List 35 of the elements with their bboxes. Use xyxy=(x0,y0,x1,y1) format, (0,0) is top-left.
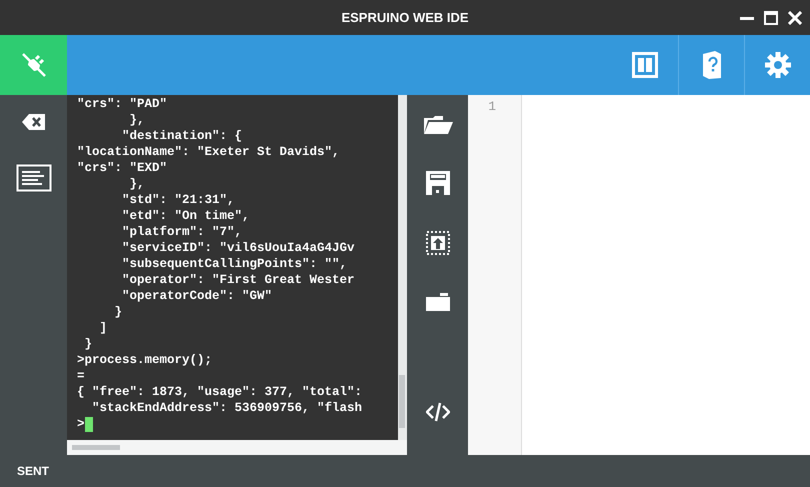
status-text: SENT xyxy=(17,464,50,478)
window-title: ESPRUINO WEB IDE xyxy=(341,10,469,25)
save-button[interactable] xyxy=(426,171,450,198)
terminal-line: }, xyxy=(128,176,145,192)
terminal-line: "subsequentCallingPoints": "", xyxy=(121,256,348,272)
terminal-line: = xyxy=(77,368,85,384)
terminal-line: "std": "21:31", xyxy=(121,192,235,208)
terminal-line: "serviceID": "vil6sUouIa4aG4JGv xyxy=(121,240,355,256)
terminal-line: { "free": 1873, "usage": 377, "total": xyxy=(77,384,362,400)
terminal-line: ] xyxy=(98,320,108,336)
maximize-icon[interactable] xyxy=(764,10,778,24)
help-book-icon xyxy=(700,50,722,80)
terminal-line: >process.memory(); xyxy=(77,352,212,368)
terminal-line: }, xyxy=(128,112,145,128)
terminal-line: } xyxy=(84,336,92,352)
terminal-line: "etd": "On time", xyxy=(121,208,250,224)
terminal-prompt: > xyxy=(77,416,85,432)
line-number: 1 xyxy=(487,99,496,114)
horizontal-scrollbar[interactable] xyxy=(67,440,407,455)
terminal-line: "stackEndAddress": 536909756, "flash xyxy=(91,400,362,416)
terminal-line: "crs": "EXD" xyxy=(77,160,168,176)
folder-button[interactable] xyxy=(426,293,450,314)
terminal-line: "operator": "First Great Wester xyxy=(121,272,355,288)
terminal-line: } xyxy=(114,304,122,320)
text-cursor xyxy=(84,416,93,432)
terminal-line: "platform": "7", xyxy=(121,224,242,240)
terminal-line: "crs": "PAD" xyxy=(77,96,168,112)
split-view-icon xyxy=(632,52,658,78)
terminal-line: "destination": { xyxy=(121,128,242,144)
upload-chip-button[interactable] xyxy=(426,231,450,258)
settings-icon xyxy=(764,52,790,78)
vertical-scrollbar[interactable] xyxy=(398,95,407,440)
terminal-line: "locationName": "Exeter St Davids", xyxy=(77,144,340,160)
terminal-line: "operatorCode": "GW" xyxy=(121,288,272,304)
close-icon[interactable] xyxy=(788,10,802,24)
